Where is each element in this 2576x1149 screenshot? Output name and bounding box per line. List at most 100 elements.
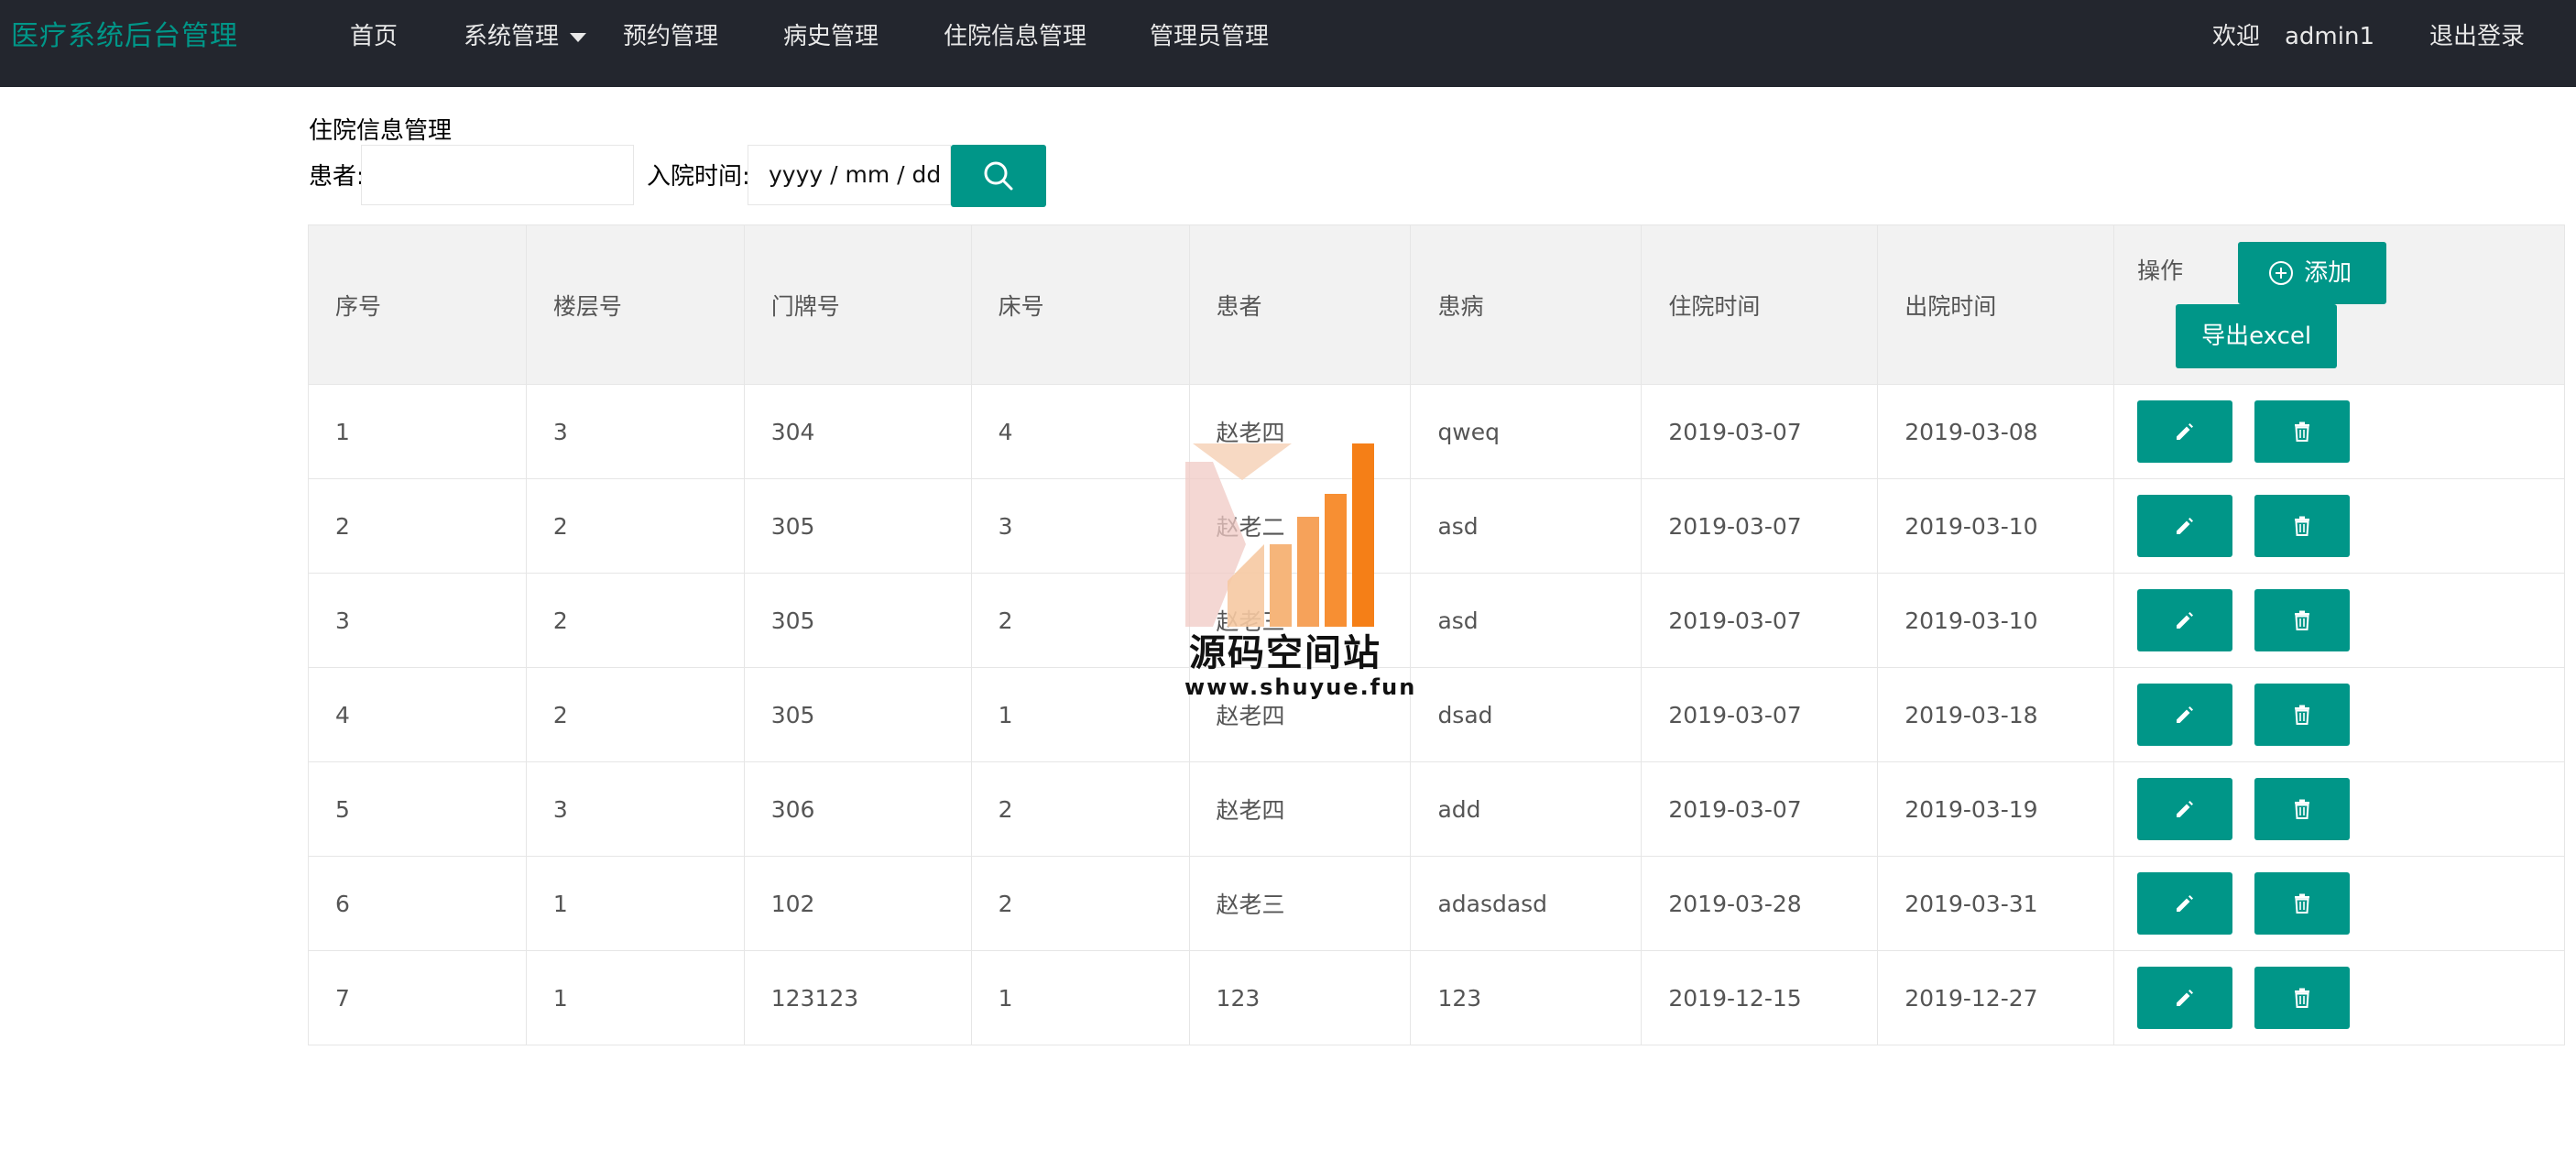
pencil-icon bbox=[2177, 612, 2194, 629]
cell-discharge-date: 2019-12-27 bbox=[1877, 950, 2115, 1045]
patient-label: 患者: bbox=[309, 163, 365, 191]
cell-bed: 4 bbox=[970, 384, 1190, 479]
cell-admit-date: 2019-03-07 bbox=[1641, 573, 1879, 668]
table-row: 4 2 305 1 赵老四 dsad 2019-03-07 2019-03-18 bbox=[308, 667, 2565, 762]
edit-button[interactable] bbox=[2137, 872, 2233, 935]
cell-disease: asd bbox=[1410, 573, 1643, 668]
nav-system-management[interactable]: 系统管理 bbox=[464, 0, 587, 73]
username-link[interactable]: admin1 bbox=[2285, 0, 2374, 73]
cell-floor: 1 bbox=[525, 950, 745, 1045]
watermark-url: www.shuyue.fun bbox=[1184, 674, 1417, 700]
nav-appointment-management[interactable]: 预约管理 bbox=[623, 0, 718, 73]
export-excel-button[interactable]: 导出excel bbox=[2176, 304, 2338, 368]
app-logo-title[interactable]: 医疗系统后台管理 bbox=[11, 0, 238, 73]
edit-button[interactable] bbox=[2137, 967, 2233, 1029]
cell-bed: 1 bbox=[970, 950, 1190, 1045]
delete-button[interactable] bbox=[2254, 967, 2351, 1029]
cell-actions bbox=[2113, 573, 2565, 668]
cell-id: 6 bbox=[308, 856, 527, 951]
cell-bed: 2 bbox=[970, 856, 1190, 951]
cell-floor: 2 bbox=[525, 667, 745, 762]
col-header-admit-date: 住院时间 bbox=[1641, 224, 1879, 385]
trash-icon bbox=[2295, 705, 2310, 725]
delete-button[interactable] bbox=[2254, 778, 2351, 840]
cell-room: 305 bbox=[743, 667, 972, 762]
table-row: 6 1 102 2 赵老三 adasdasd 2019-03-28 2019-03-31 bbox=[308, 856, 2565, 951]
col-header-patient: 患者 bbox=[1188, 224, 1412, 385]
caret-down-icon bbox=[570, 32, 587, 42]
nav-hospitalization-management[interactable]: 住院信息管理 bbox=[944, 0, 1086, 73]
cell-discharge-date: 2019-03-31 bbox=[1877, 856, 2115, 951]
edit-button[interactable] bbox=[2137, 400, 2233, 463]
cell-admit-date: 2019-03-28 bbox=[1641, 856, 1879, 951]
nav-home[interactable]: 首页 bbox=[350, 0, 398, 73]
cell-room: 123123 bbox=[743, 950, 972, 1045]
top-navbar: 医疗系统后台管理 首页 系统管理 预约管理 病史管理 住院信息管理 管理员管理 … bbox=[0, 0, 2576, 87]
cell-floor: 2 bbox=[525, 573, 745, 668]
cell-actions bbox=[2113, 856, 2565, 951]
nav-history-management[interactable]: 病史管理 bbox=[783, 0, 879, 73]
cell-bed: 1 bbox=[970, 667, 1190, 762]
hospitalization-table: 序号 楼层号 门牌号 床号 患者 患病 住院时间 出院时间 操作 添加 导出ex… bbox=[308, 224, 2565, 1045]
table-row: 5 3 306 2 赵老四 add 2019-03-07 2019-03-19 bbox=[308, 761, 2565, 857]
cell-floor: 3 bbox=[525, 384, 745, 479]
cell-room: 304 bbox=[743, 384, 972, 479]
edit-button[interactable] bbox=[2137, 778, 2233, 840]
cell-admit-date: 2019-12-15 bbox=[1641, 950, 1879, 1045]
pencil-icon bbox=[2177, 518, 2194, 534]
cell-discharge-date: 2019-03-19 bbox=[1877, 761, 2115, 857]
table-row: 1 3 304 4 赵老四 qweq 2019-03-07 2019-03-08 bbox=[308, 384, 2565, 479]
col-header-room: 门牌号 bbox=[743, 224, 972, 385]
cell-discharge-date: 2019-03-08 bbox=[1877, 384, 2115, 479]
cell-room: 102 bbox=[743, 856, 972, 951]
table-header-row: 序号 楼层号 门牌号 床号 患者 患病 住院时间 出院时间 操作 添加 导出ex… bbox=[308, 224, 2565, 385]
cell-actions bbox=[2113, 667, 2565, 762]
edit-button[interactable] bbox=[2137, 589, 2233, 651]
pencil-icon bbox=[2177, 423, 2194, 440]
trash-icon bbox=[2295, 421, 2310, 442]
trash-icon bbox=[2295, 893, 2310, 914]
cell-disease: add bbox=[1410, 761, 1643, 857]
trash-icon bbox=[2295, 988, 2310, 1008]
plus-circle-icon bbox=[2269, 261, 2294, 285]
welcome-text: 欢迎 bbox=[2212, 23, 2261, 50]
admit-date-input[interactable]: yyyy / mm / dd bbox=[748, 145, 951, 205]
logout-link[interactable]: 退出登录 bbox=[2429, 0, 2525, 73]
edit-button[interactable] bbox=[2137, 495, 2233, 557]
cell-floor: 1 bbox=[525, 856, 745, 951]
edit-button[interactable] bbox=[2137, 684, 2233, 746]
trash-icon bbox=[2295, 799, 2310, 819]
table-row: 7 1 123123 1 123 123 2019-12-15 2019-12-27 bbox=[308, 950, 2565, 1045]
cell-room: 305 bbox=[743, 573, 972, 668]
cell-id: 5 bbox=[308, 761, 527, 857]
cell-patient: 赵老二 bbox=[1188, 478, 1412, 574]
page-title: 住院信息管理 bbox=[309, 117, 453, 145]
delete-button[interactable] bbox=[2254, 589, 2351, 651]
cell-patient: 赵老四 bbox=[1188, 761, 1412, 857]
search-button[interactable] bbox=[951, 145, 1046, 207]
cell-floor: 2 bbox=[525, 478, 745, 574]
col-header-discharge-date: 出院时间 bbox=[1877, 224, 2115, 385]
cell-admit-date: 2019-03-07 bbox=[1641, 478, 1879, 574]
cell-room: 305 bbox=[743, 478, 972, 574]
cell-disease: adasdasd bbox=[1410, 856, 1643, 951]
col-header-bed: 床号 bbox=[970, 224, 1190, 385]
nav-admin-management[interactable]: 管理员管理 bbox=[1150, 0, 1269, 73]
delete-button[interactable] bbox=[2254, 872, 2351, 935]
cell-id: 2 bbox=[308, 478, 527, 574]
cell-bed: 2 bbox=[970, 761, 1190, 857]
cell-admit-date: 2019-03-07 bbox=[1641, 761, 1879, 857]
trash-icon bbox=[2295, 610, 2310, 630]
delete-button[interactable] bbox=[2254, 495, 2351, 557]
patient-input[interactable] bbox=[361, 145, 634, 205]
delete-button[interactable] bbox=[2254, 400, 2351, 463]
cell-admit-date: 2019-03-07 bbox=[1641, 384, 1879, 479]
cell-discharge-date: 2019-03-10 bbox=[1877, 573, 2115, 668]
nav-system-management-label: 系统管理 bbox=[464, 23, 560, 50]
delete-button[interactable] bbox=[2254, 684, 2351, 746]
cell-actions bbox=[2113, 384, 2565, 479]
cell-actions bbox=[2113, 761, 2565, 857]
add-button[interactable]: 添加 bbox=[2238, 242, 2387, 304]
pencil-icon bbox=[2177, 990, 2194, 1006]
cell-actions bbox=[2113, 950, 2565, 1045]
